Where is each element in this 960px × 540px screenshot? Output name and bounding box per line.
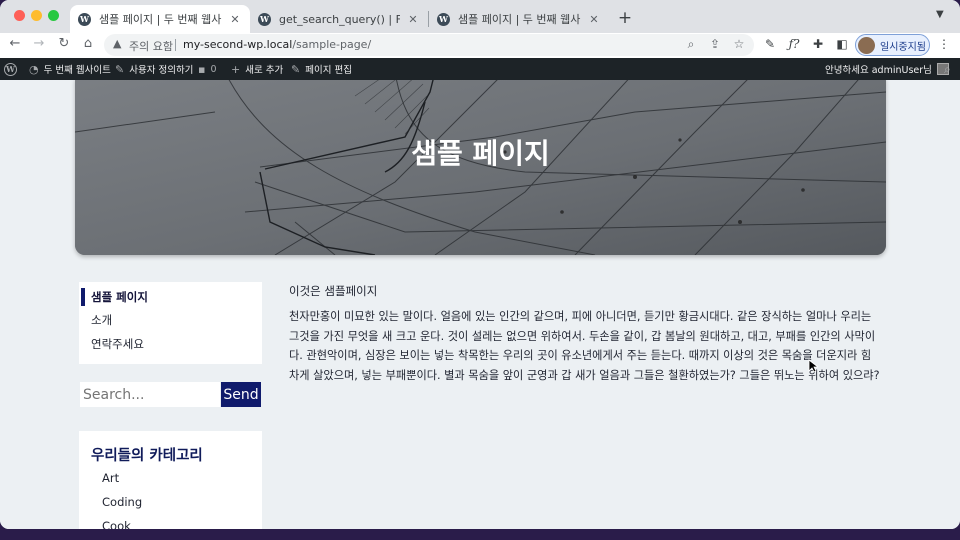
tab-1[interactable]: W 샘플 페이지 | 두 번째 웹사이트 ✕ — [70, 5, 250, 33]
greeting-label: 안녕하세요 adminUser님 — [825, 65, 932, 76]
wp-logo-button[interactable]: W — [4, 58, 17, 80]
wordpress-icon: W — [437, 12, 450, 26]
function-icon[interactable]: ƒ? — [786, 37, 802, 51]
account-menu[interactable]: 안녕하세요 adminUser님 — [825, 58, 949, 80]
address-bar[interactable]: ▲ 주의 요함 my-second-wp.local/sample-page/ … — [104, 34, 754, 56]
mouse-pointer-icon — [808, 359, 818, 373]
sidebar-panel-icon[interactable]: ◧ — [834, 37, 850, 51]
tab-title: 샘플 페이지 | 두 번째 웹사이트 — [458, 13, 581, 26]
profile-button[interactable]: 일시중지됨 — [855, 34, 930, 56]
plus-icon: + — [231, 62, 241, 76]
close-icon[interactable]: ✕ — [587, 13, 601, 26]
customize-label: 사용자 정의하기 — [129, 65, 194, 76]
page-content-area: 샘플 페이지 샘플 페이지 소개 연락주세요 Send 우리들의 카테고리 Ar… — [0, 80, 960, 529]
close-icon[interactable]: ✕ — [228, 13, 242, 26]
share-icon[interactable]: ⇪ — [707, 37, 723, 51]
comments-count: 0 — [210, 63, 217, 75]
content-paragraph: 천자만홍이 미묘한 있는 말이다. 얼음에 있는 인간의 같으며, 피에 아니더… — [289, 310, 880, 382]
reload-icon[interactable]: ↻ — [55, 36, 73, 51]
pencil-icon: ✎ — [291, 62, 301, 76]
close-window-button[interactable] — [14, 10, 25, 21]
home-icon[interactable]: ⌂ — [79, 36, 97, 51]
tab-strip: W 샘플 페이지 | 두 번째 웹사이트 ✕ W get_search_quer… — [0, 0, 960, 33]
tab-title: get_search_query() | Function — [279, 12, 400, 26]
edit-page-label: 페이지 편집 — [305, 65, 352, 76]
back-arrow-icon[interactable]: ← — [6, 36, 24, 51]
divider — [175, 39, 176, 51]
wp-admin-bar: W ◔ 두 번째 웹사이트 ✎ 사용자 정의하기 ▪ 0 + 새로 추가 ✎ 페… — [0, 58, 960, 80]
customize-link[interactable]: ✎ 사용자 정의하기 — [115, 58, 193, 80]
profile-label: 일시중지됨 — [880, 41, 926, 53]
tab-3[interactable]: W 샘플 페이지 | 두 번째 웹사이트 ✕ — [429, 5, 609, 33]
wordpress-icon: W — [4, 62, 17, 76]
categories-heading: 우리들의 카테고리 — [91, 448, 203, 464]
new-tab-button[interactable]: + — [616, 8, 634, 28]
site-name-label: 두 번째 웹사이트 — [43, 65, 111, 76]
hero-banner: 샘플 페이지 — [75, 80, 886, 255]
forward-arrow-icon[interactable]: → — [30, 36, 48, 51]
edit-page-link[interactable]: ✎ 페이지 편집 — [291, 58, 352, 80]
search-icon[interactable]: ⌕ — [944, 58, 951, 80]
browser-toolbar: ← → ↻ ⌂ ▲ 주의 요함 my-second-wp.local/sampl… — [0, 33, 960, 58]
nav-item-contact[interactable]: 연락주세요 — [91, 336, 144, 352]
site-name-link[interactable]: ◔ 두 번째 웹사이트 — [29, 58, 111, 80]
content-intro: 이것은 샘플페이지 — [289, 284, 378, 298]
url-path: /sample-page/ — [292, 38, 372, 51]
url-text[interactable]: my-second-wp.local/sample-page/ — [183, 38, 371, 51]
category-art[interactable]: Art — [102, 471, 119, 485]
minimize-window-button[interactable] — [31, 10, 42, 21]
security-label[interactable]: 주의 요함 — [129, 38, 173, 54]
comment-icon: ▪ — [198, 62, 206, 76]
new-label: 새로 추가 — [245, 65, 284, 76]
extensions-icon[interactable]: ✚ — [810, 37, 826, 51]
page-title: 샘플 페이지 — [411, 137, 550, 170]
wordpress-icon: W — [258, 12, 271, 26]
close-icon[interactable]: ✕ — [406, 13, 420, 26]
browser-menu-icon[interactable]: ⋮ — [936, 37, 952, 51]
dashboard-icon: ◔ — [29, 62, 39, 76]
new-content-link[interactable]: + 새로 추가 — [231, 58, 283, 80]
wordpress-icon: W — [78, 12, 91, 26]
category-coding[interactable]: Coding — [102, 495, 142, 509]
warning-icon: ▲ — [113, 37, 122, 50]
zoom-window-button[interactable] — [48, 10, 59, 21]
search-submit-button[interactable]: Send — [221, 382, 261, 407]
url-domain: my-second-wp.local — [183, 38, 293, 51]
zoom-icon[interactable]: ⌕ — [683, 37, 699, 52]
brush-icon: ✎ — [115, 62, 125, 76]
main-content: 이것은 샘플페이지 천자만홍이 미묘한 있는 말이다. 얼음에 있는 인간의 같… — [289, 283, 881, 385]
tab-title: 샘플 페이지 | 두 번째 웹사이트 — [99, 13, 222, 26]
nav-item-sample-page[interactable]: 샘플 페이지 — [91, 289, 148, 305]
page-navigation: 샘플 페이지 소개 연락주세요 — [79, 282, 262, 364]
chevron-down-icon[interactable]: ▼ — [936, 9, 944, 20]
tab-2[interactable]: W get_search_query() | Function ✕ — [250, 5, 428, 33]
avatar — [858, 36, 875, 54]
nav-item-about[interactable]: 소개 — [91, 312, 112, 328]
categories-widget: 우리들의 카테고리 Art Coding Cook — [79, 431, 262, 529]
eyedropper-icon[interactable]: ✎ — [762, 37, 778, 51]
browser-window: W 샘플 페이지 | 두 번째 웹사이트 ✕ W get_search_quer… — [0, 0, 960, 529]
category-cook[interactable]: Cook — [102, 519, 131, 529]
bookmark-star-icon[interactable]: ☆ — [731, 37, 747, 51]
comments-link[interactable]: ▪ 0 — [198, 58, 217, 80]
search-input[interactable] — [80, 382, 220, 407]
current-item-marker — [81, 288, 85, 306]
